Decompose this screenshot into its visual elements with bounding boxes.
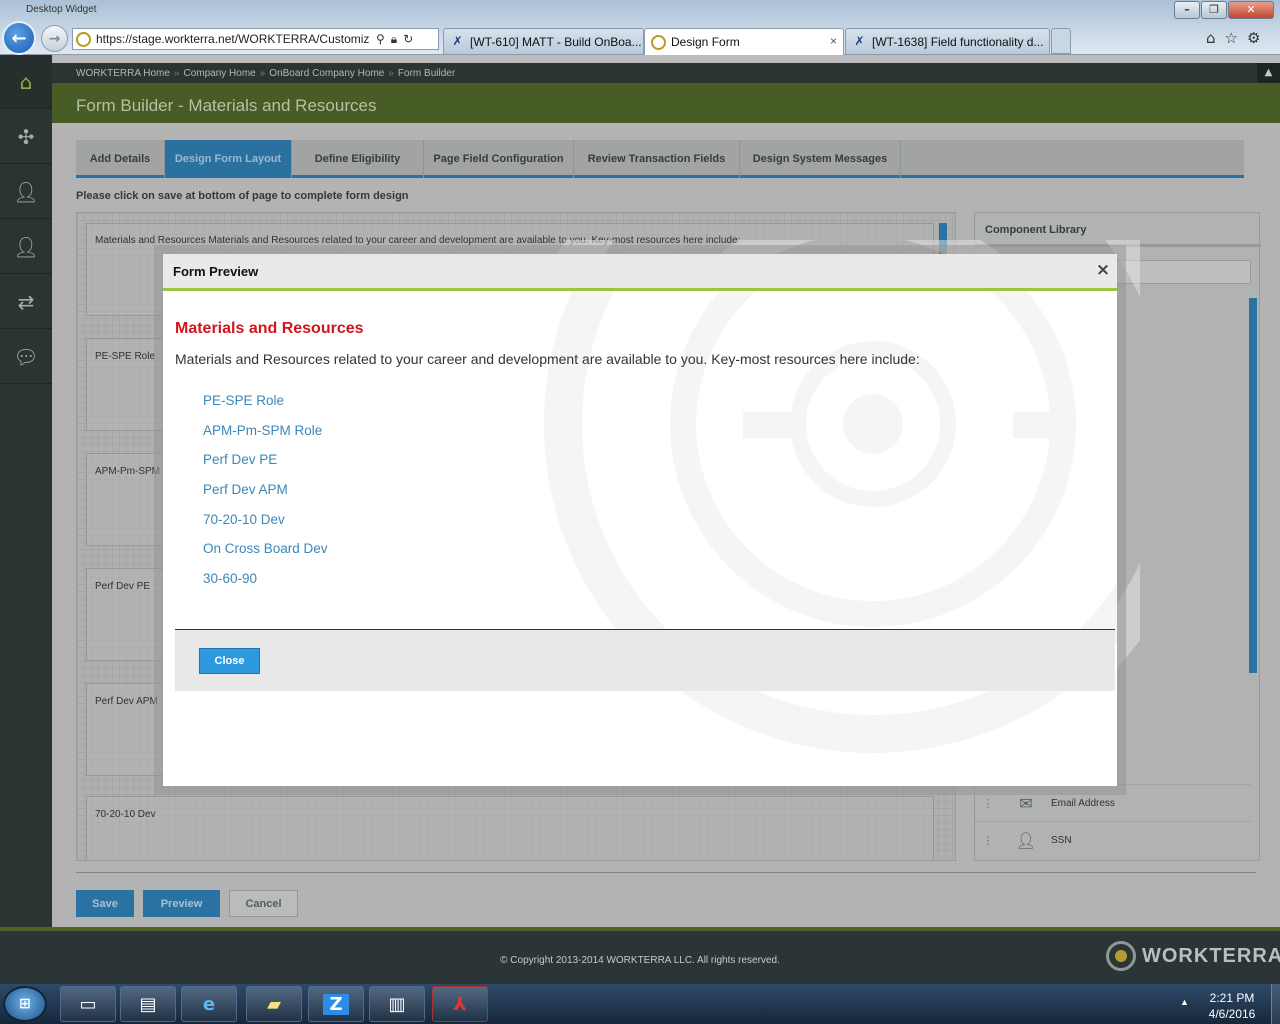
jira-icon: ✗	[452, 34, 463, 48]
show-desktop-button[interactable]	[1271, 984, 1280, 1024]
close-icon[interactable]: ×	[1093, 260, 1113, 280]
search-icon[interactable]: ⚲	[376, 32, 385, 47]
gear-icon[interactable]: ⚙	[1247, 29, 1260, 47]
modal-watermark	[544, 254, 1117, 753]
forward-button[interactable]: →	[41, 25, 68, 52]
browser-tab-wt1638[interactable]: ✗ [WT-1638] Field functionality d...	[845, 28, 1050, 54]
modal-title: Form Preview	[173, 264, 259, 279]
lock-icon[interactable]: 🔒︎	[391, 32, 397, 47]
browser-tab-label: [WT-1638] Field functionality d...	[872, 34, 1044, 49]
resource-link[interactable]: APM-Pm-SPM Role	[203, 423, 322, 438]
jira-icon: ✗	[854, 34, 865, 48]
windows-explorer-icon: ▭	[79, 993, 97, 1015]
taskbar-acrobat[interactable]: ⅄	[432, 986, 488, 1022]
site-icon	[651, 34, 666, 50]
start-button[interactable]: ⊞	[3, 986, 47, 1022]
copyright-text: © Copyright 2013-2014 WORKTERRA LLC. All…	[500, 955, 780, 966]
windows-logo-icon: ⊞	[19, 996, 31, 1012]
arrow-right-icon: →	[48, 30, 61, 47]
resource-link[interactable]: 30-60-90	[203, 571, 257, 586]
maximize-button[interactable]: ❐	[1201, 1, 1227, 19]
brand-name: WORKTERRA	[1142, 944, 1280, 967]
tray-expand-icon[interactable]: ▲	[1180, 997, 1189, 1007]
back-button[interactable]: ←	[2, 21, 36, 55]
window-controls: – ❐ ✕	[1174, 1, 1278, 19]
acrobat-icon: ⅄	[453, 993, 467, 1015]
address-tools: ⚲ 🔒︎ ↻	[376, 32, 413, 47]
browser-tab-wt610[interactable]: ✗ [WT-610] MATT - Build OnBoa...	[443, 28, 644, 54]
sticky-notes-icon: ▰	[267, 993, 281, 1015]
internet-explorer-icon: e	[202, 993, 216, 1015]
browser-tab-label: [WT-610] MATT - Build OnBoa...	[470, 34, 642, 49]
browser-tab-design-form[interactable]: Design Form ×	[644, 28, 844, 55]
zoom-icon: Z	[323, 993, 349, 1015]
workterra-logo-icon	[1106, 941, 1136, 971]
form-heading: Materials and Resources	[175, 320, 364, 337]
address-text[interactable]: https://stage.workterra.net/WORKTERRA/Cu…	[96, 32, 374, 46]
browser-tools: ⌂ ☆ ⚙	[1206, 29, 1260, 47]
favorites-star-icon[interactable]: ☆	[1225, 29, 1238, 47]
taskbar-explorer[interactable]: ▭	[60, 986, 116, 1022]
resource-link[interactable]: 70-20-10 Dev	[203, 512, 285, 527]
address-bar[interactable]: https://stage.workterra.net/WORKTERRA/Cu…	[72, 28, 439, 50]
window-title: Desktop Widget	[26, 4, 97, 15]
form-intro: Materials and Resources related to your …	[175, 351, 920, 367]
refresh-icon[interactable]: ↻	[403, 32, 413, 47]
clock-date: 4/6/2016	[1208, 1007, 1256, 1021]
close-button[interactable]: Close	[199, 648, 260, 674]
site-icon	[76, 31, 91, 47]
taskbar-sticky-notes[interactable]: ▰	[246, 986, 302, 1022]
home-icon[interactable]: ⌂	[1206, 29, 1216, 47]
arrow-left-icon: ←	[11, 27, 27, 49]
workterra-logo: WORKTERRA	[1106, 941, 1280, 971]
resource-link[interactable]: Perf Dev PE	[203, 452, 277, 467]
close-window-button[interactable]: ✕	[1228, 1, 1274, 19]
taskbar-internet-explorer[interactable]: e	[181, 986, 237, 1022]
minimize-button[interactable]: –	[1174, 1, 1200, 19]
taskbar-zoom[interactable]: Z	[308, 986, 364, 1022]
taskbar-documents[interactable]: ▥	[369, 986, 425, 1022]
system-clock[interactable]: 2:21 PM 4/6/2016	[1196, 990, 1268, 1022]
taskbar-folders[interactable]: ▤	[120, 986, 176, 1022]
file-manager-icon: ▤	[139, 993, 157, 1015]
resource-link[interactable]: PE-SPE Role	[203, 393, 284, 408]
browser-tab-label: Design Form	[671, 35, 740, 49]
resource-link[interactable]: Perf Dev APM	[203, 482, 288, 497]
form-preview-modal: Form Preview × Materials and Resources M…	[163, 254, 1117, 786]
documents-icon: ▥	[388, 993, 406, 1015]
modal-footer: Close	[175, 629, 1115, 691]
resource-link[interactable]: On Cross Board Dev	[203, 541, 328, 556]
clock-time: 2:21 PM	[1209, 991, 1255, 1005]
close-tab-icon[interactable]: ×	[830, 34, 837, 48]
new-tab-button[interactable]	[1051, 28, 1071, 54]
modal-header: Form Preview ×	[163, 254, 1117, 291]
